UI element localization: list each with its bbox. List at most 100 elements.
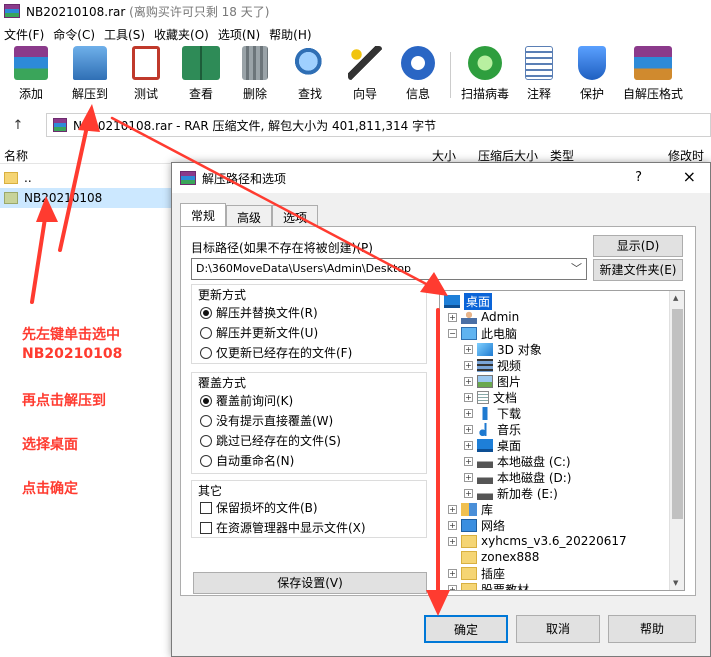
expand-icon[interactable]: + — [464, 392, 473, 402]
expand-icon[interactable]: + — [448, 536, 457, 546]
radio-auto-rename[interactable]: 自动重命名(N) — [200, 452, 294, 469]
radio-button[interactable] — [200, 454, 212, 467]
menu-file[interactable]: 文件(F) — [0, 24, 49, 44]
expand-icon[interactable]: + — [464, 360, 473, 370]
collapse-icon[interactable]: − — [448, 328, 457, 338]
cancel-button[interactable]: 取消 — [516, 615, 600, 643]
tree-node-stock-books[interactable]: + 股票教材 — [448, 581, 529, 590]
target-path-input[interactable]: D:\360MoveData\Users\Admin\Desktop ﹀ — [191, 258, 587, 280]
comment-icon — [525, 46, 553, 80]
wizard-button[interactable]: 向导 — [338, 46, 392, 106]
tree-node-zonex888[interactable]: zonex888 — [448, 549, 539, 565]
info-button[interactable]: 信息 — [392, 46, 444, 106]
radio-button[interactable] — [200, 414, 212, 427]
expand-icon[interactable]: + — [448, 568, 457, 578]
tree-node-3d-objects[interactable]: + 3D 对象 — [464, 341, 542, 357]
expand-icon[interactable]: + — [448, 520, 457, 530]
close-icon[interactable]: × — [683, 167, 696, 186]
tree-node-socket[interactable]: + 插座 — [448, 565, 505, 581]
show-button[interactable]: 显示(D) — [593, 235, 683, 257]
menu-command[interactable]: 命令(C) — [49, 24, 100, 44]
expand-icon[interactable]: + — [464, 408, 473, 418]
tree-node-libraries[interactable]: + 库 — [448, 501, 493, 517]
protect-button[interactable]: 保护 — [565, 46, 619, 106]
annotation-step4: 点击确定 — [22, 481, 78, 497]
scroll-thumb[interactable] — [672, 309, 683, 519]
radio-button[interactable] — [200, 326, 212, 339]
scroll-down-icon[interactable]: ▼ — [673, 579, 678, 587]
test-icon — [132, 46, 160, 80]
view-button[interactable]: 查看 — [174, 46, 228, 106]
menu-options[interactable]: 选项(N) — [214, 24, 265, 44]
radio-button[interactable] — [200, 394, 212, 407]
comment-button[interactable]: 注释 — [513, 46, 565, 106]
expand-icon[interactable]: + — [464, 376, 473, 386]
radio-ask-before[interactable]: 覆盖前询问(K) — [200, 392, 293, 409]
tree-node-drive-d[interactable]: + 本地磁盘 (D:) — [464, 469, 571, 485]
menu-tools[interactable]: 工具(S) — [100, 24, 150, 44]
tree-node-network[interactable]: + 网络 — [448, 517, 505, 533]
expand-icon[interactable]: + — [464, 488, 473, 498]
radio-extract-replace[interactable]: 解压并替换文件(R) — [200, 304, 318, 321]
tree-scrollbar[interactable]: ▲ ▼ — [669, 291, 684, 590]
radio-extract-update[interactable]: 解压并更新文件(U) — [200, 324, 318, 341]
address-text: NB20210108.rar - RAR 压缩文件, 解包大小为 401,811… — [73, 118, 437, 133]
help-question-icon[interactable]: ? — [635, 170, 642, 185]
radio-button[interactable] — [200, 434, 212, 447]
tree-node-xyhcms[interactable]: + xyhcms_v3.6_20220617 — [448, 533, 627, 549]
test-button[interactable]: 测试 — [118, 46, 174, 106]
sfx-button[interactable]: 自解压格式 — [619, 46, 687, 106]
expand-icon[interactable]: + — [464, 440, 473, 450]
save-settings-button[interactable]: 保存设置(V) — [193, 572, 427, 594]
expand-icon[interactable]: + — [448, 504, 457, 514]
checkbox[interactable] — [200, 521, 212, 534]
address-field[interactable]: NB20210108.rar - RAR 压缩文件, 解包大小为 401,811… — [46, 113, 711, 137]
add-button[interactable]: 添加 — [0, 46, 62, 106]
scan-virus-button[interactable]: 扫描病毒 — [457, 46, 513, 106]
checkbox-show-in-explorer[interactable]: 在资源管理器中显示文件(X) — [200, 519, 366, 536]
expand-icon[interactable]: + — [448, 584, 457, 590]
radio-button[interactable] — [200, 306, 212, 319]
tree-node-music[interactable]: + 音乐 — [464, 421, 521, 437]
general-panel: 目标路径(如果不存在将被创建)(P) 显示(D) D:\360MoveData\… — [180, 226, 696, 596]
ok-button[interactable]: 确定 — [424, 615, 508, 643]
up-arrow-icon[interactable]: ↑ — [0, 118, 36, 133]
tab-options[interactable]: 选项 — [272, 205, 319, 227]
expand-icon[interactable]: + — [464, 472, 473, 482]
radio-button[interactable] — [200, 346, 212, 359]
find-button[interactable]: 查找 — [282, 46, 338, 106]
tree-node-drive-e[interactable]: + 新加卷 (E:) — [464, 485, 558, 501]
tree-node-desktop-root[interactable]: 桌面 — [444, 292, 493, 310]
checkbox-keep-broken[interactable]: 保留损坏的文件(B) — [200, 499, 318, 516]
tab-advanced[interactable]: 高级 — [226, 205, 273, 227]
chevron-down-icon[interactable]: ﹀ — [571, 260, 582, 276]
library-icon — [461, 502, 477, 516]
scroll-up-icon[interactable]: ▲ — [673, 294, 678, 302]
tree-node-downloads[interactable]: + 下载 — [464, 405, 521, 421]
tree-node-videos[interactable]: + 视频 — [464, 357, 521, 373]
tree-node-drive-c[interactable]: + 本地磁盘 (C:) — [464, 453, 571, 469]
tree-node-documents[interactable]: + 文档 — [464, 389, 517, 405]
radio-update-existing[interactable]: 仅更新已经存在的文件(F) — [200, 344, 352, 361]
menu-help[interactable]: 帮助(H) — [265, 24, 316, 44]
annotation-step2: 再点击解压到 — [22, 393, 106, 409]
tree-node-pictures[interactable]: + 图片 — [464, 373, 521, 389]
expand-icon[interactable]: + — [448, 312, 457, 322]
radio-overwrite-silent[interactable]: 没有提示直接覆盖(W) — [200, 412, 333, 429]
checkbox[interactable] — [200, 501, 212, 514]
tree-node-this-pc[interactable]: − 此电脑 — [448, 325, 517, 341]
menu-favorites[interactable]: 收藏夹(O) — [150, 24, 214, 44]
expand-icon[interactable]: + — [464, 344, 473, 354]
tab-general[interactable]: 常规 — [180, 203, 227, 227]
delete-button[interactable]: 删除 — [228, 46, 282, 106]
expand-icon[interactable]: + — [464, 424, 473, 434]
help-button[interactable]: 帮助 — [608, 615, 696, 643]
column-name[interactable]: 名称 — [4, 147, 28, 164]
expand-icon[interactable]: + — [464, 456, 473, 466]
tree-node-admin[interactable]: + Admin — [448, 309, 519, 325]
folder-tree[interactable]: 桌面 + Admin − 此电脑 + 3D 对象 + 视频 + 图片 + 文档 … — [439, 290, 685, 591]
tree-node-desktop[interactable]: + 桌面 — [464, 437, 521, 453]
extract-to-button[interactable]: 解压到 — [62, 46, 118, 106]
new-folder-button[interactable]: 新建文件夹(E) — [593, 259, 683, 281]
radio-skip-existing[interactable]: 跳过已经存在的文件(S) — [200, 432, 341, 449]
